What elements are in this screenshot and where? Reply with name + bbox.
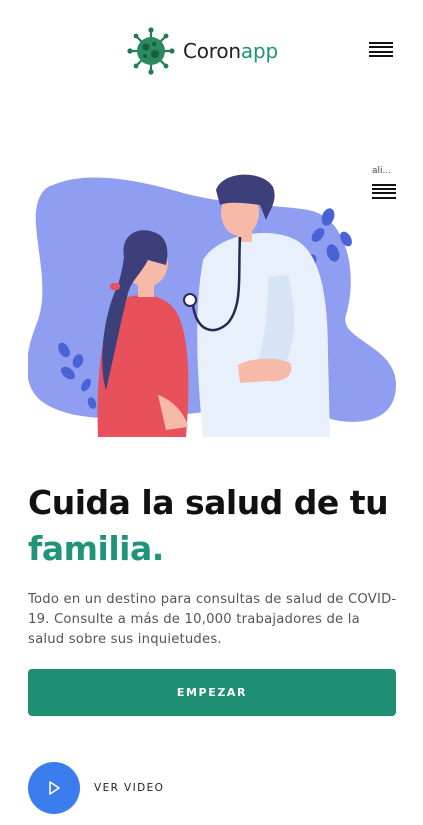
play-icon <box>49 781 60 795</box>
virus-icon <box>127 27 175 75</box>
doctor-coat <box>197 232 330 437</box>
play-button[interactable] <box>28 762 80 814</box>
hamburger-menu-icon[interactable] <box>372 184 396 199</box>
doctor-examining-girl-illustration <box>28 174 396 437</box>
headline-line-2: familia. <box>28 529 164 568</box>
hero-description: Todo en un destino para consultas de sal… <box>28 592 397 647</box>
hamburger-menu-icon[interactable] <box>369 42 393 60</box>
brand-name: Coronapp <box>183 39 278 63</box>
side-menu[interactable]: ali... <box>372 166 402 201</box>
headline-line-1: Cuida la salud de tu <box>28 483 389 522</box>
video-label: VER VIDEO <box>94 782 165 794</box>
hero-headline: Cuida la salud de tu familia. <box>28 480 408 572</box>
side-menu-label: ali... <box>372 166 392 176</box>
watch-video-link[interactable]: VER VIDEO <box>28 762 164 814</box>
brand-logo[interactable]: Coronapp <box>127 27 278 75</box>
app-header: Coronapp <box>0 0 423 100</box>
start-button[interactable]: EMPEZAR <box>28 669 396 716</box>
